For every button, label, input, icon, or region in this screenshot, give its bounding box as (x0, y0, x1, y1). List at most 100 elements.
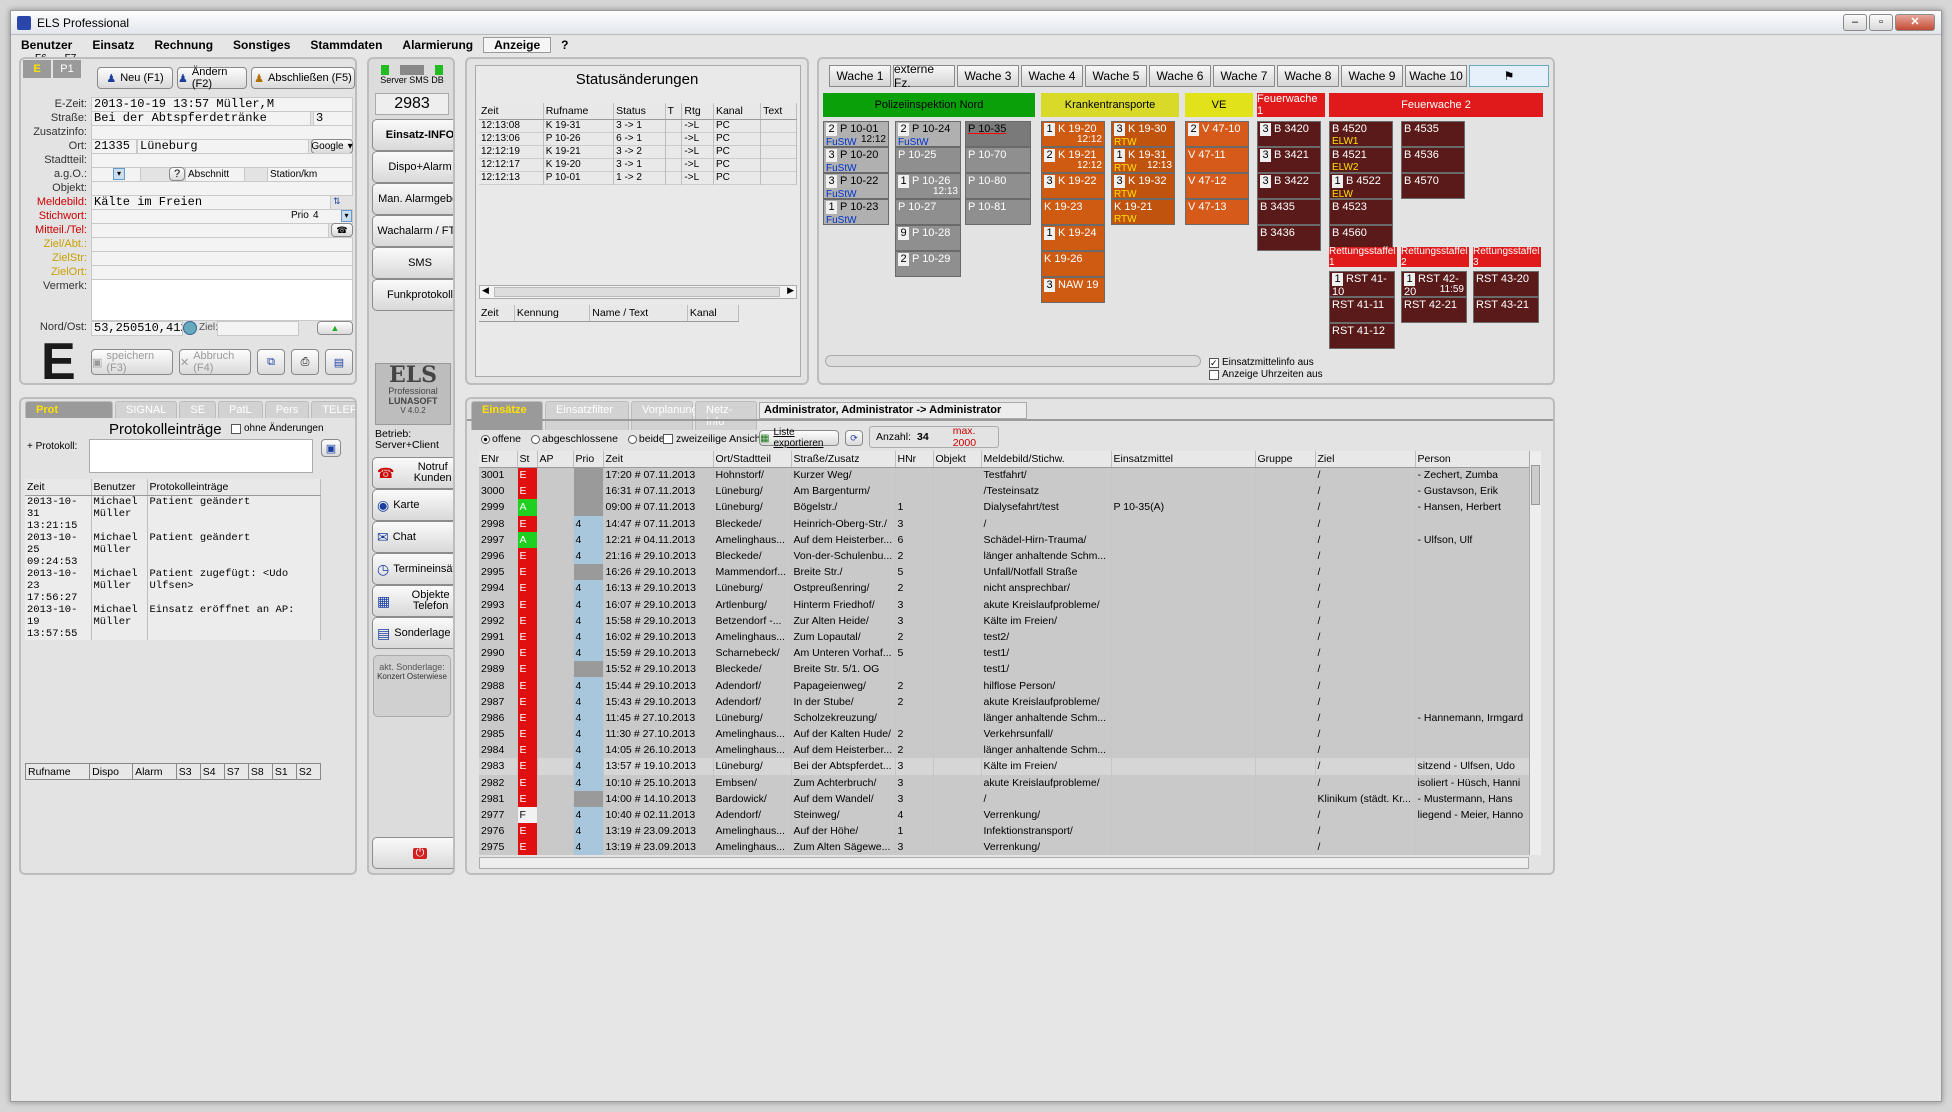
unit-tile[interactable]: RST 42-21 (1401, 297, 1467, 323)
meldebild-field[interactable]: Kälte im Freien (91, 195, 331, 210)
unit-tile[interactable]: 2P 10-29 (895, 251, 961, 277)
scroll-left-icon[interactable]: ◀ (482, 285, 489, 296)
mid-button2-0[interactable]: ☎ Notruf Kunden (372, 457, 453, 489)
tab-wache-10[interactable]: Wache 10 (1405, 65, 1467, 87)
unit-tile[interactable]: V 47-11 (1185, 147, 1249, 173)
tab-einsätze[interactable]: Einsätze (471, 401, 543, 430)
protokoll-input[interactable] (89, 439, 313, 473)
einsaetze-hscrollbar[interactable] (479, 857, 1529, 869)
table-row[interactable]: 2013-10-19 13:57:55 Michael Müller Einsatz… (25, 603, 321, 640)
table-row[interactable]: 2984 E 4 14:05 # 26.10.2013 Amelinghaus... Au… (479, 742, 1539, 759)
unit-tile[interactable]: 3P 10-20 FuStW (823, 147, 889, 173)
table-row[interactable]: 2994 E 4 16:13 # 29.10.2013 Lüneburg/Ostpreu… (479, 580, 1539, 597)
unit-tile[interactable]: 2V 47-10 (1185, 121, 1249, 147)
unit-tile[interactable]: 3B 3421 (1257, 147, 1321, 173)
table-row[interactable]: 2983 E 4 13:57 # 19.10.2013 Lüneburg/Bei der… (479, 758, 1539, 775)
unit-tile[interactable]: B 4521 ELW2 (1329, 147, 1393, 173)
table-row[interactable]: 12:12:17 K 19-20 3 -> 1 ->L PC (479, 158, 797, 171)
unit-tile[interactable]: K 19-21 RTW (1111, 199, 1175, 225)
tab-prot[interactable]: Prot (25, 401, 113, 418)
unit-tile[interactable]: P 10-70 (965, 147, 1031, 173)
calc-button[interactable]: ▤ (325, 349, 353, 375)
einsatz-col-header[interactable]: Gruppe (1255, 451, 1316, 468)
mid-button2-2[interactable]: ✉ Chat (372, 521, 453, 553)
einsatz-col-header[interactable]: Ort/Stadtteil (713, 451, 792, 468)
table-row[interactable]: 2998 E 4 14:47 # 07.11.2013 Bleckede/Heinric… (479, 515, 1539, 532)
ohne-aenderungen-checkbox[interactable]: ohne Änderungen (231, 423, 324, 434)
menu-anzeige[interactable]: Anzeige (483, 37, 552, 53)
print-button[interactable]: ⎙ (291, 349, 319, 375)
tab-se[interactable]: SE (179, 401, 217, 418)
tab-p1[interactable]: P1 (53, 60, 81, 78)
unit-tile[interactable]: RST 43-21 (1473, 297, 1539, 323)
unit-tile[interactable]: 3K 19-32 RTW (1111, 173, 1175, 199)
phone-button[interactable]: ☎ (331, 223, 353, 237)
hausnr-field[interactable]: 3 (313, 111, 353, 126)
check2-checkbox[interactable]: Anzeige Uhrzeiten aus (1209, 369, 1323, 380)
table-row[interactable]: 12:12:19 K 19-21 3 -> 2 ->L PC (479, 145, 797, 158)
unit-tile[interactable]: 1K 19-20 12:12 (1041, 121, 1105, 147)
ezeit-field[interactable]: 2013-10-19 13:57 Müller,M (91, 97, 353, 112)
zweizeilig-checkbox[interactable]: zweizeilige Ansicht (663, 433, 764, 445)
tab-e[interactable]: E (23, 60, 51, 78)
tab-pers[interactable]: Pers (264, 401, 310, 418)
einsatz-col-header[interactable]: Einsatzmittel (1111, 451, 1256, 468)
export-button[interactable]: ▦ Liste exportieren (759, 427, 839, 449)
wache-settings-tab[interactable]: ⚑ (1469, 65, 1549, 87)
go-button[interactable]: ▲ (317, 321, 353, 335)
unit-tile[interactable]: K 19-23 (1041, 199, 1105, 225)
stadtteil-field[interactable] (91, 153, 353, 168)
abschnitt-field[interactable]: Abschnitt (185, 167, 245, 182)
unit-tile[interactable]: 1B 4522 ELW (1329, 173, 1393, 199)
unit-tile[interactable]: RST 41-11 (1329, 297, 1395, 323)
unit-tile[interactable]: V 47-13 (1185, 199, 1249, 225)
table-row[interactable]: 2982 E 4 10:10 # 25.10.2013 Embsen/Zum Achte… (479, 774, 1539, 791)
tab-wache-6[interactable]: Wache 6 (1149, 65, 1211, 87)
tab-signal[interactable]: SIGNAL (115, 401, 178, 418)
unit-tile[interactable]: 2K 19-21 12:12 (1041, 147, 1105, 173)
unit-tile[interactable]: B 4523 (1329, 199, 1393, 225)
table-row[interactable]: 2985 E 4 11:30 # 27.10.2013 Amelinghaus... Au… (479, 726, 1539, 743)
table-row[interactable]: 2993 E 4 16:07 # 29.10.2013 Artlenburg/Hinte… (479, 596, 1539, 613)
table-row[interactable]: 2013-10-23 17:56:27 Michael Müller Patient… (25, 567, 321, 604)
help-button[interactable]: ? (169, 167, 185, 181)
tab-wache-8[interactable]: Wache 8 (1277, 65, 1339, 87)
prio-dropdown-icon[interactable]: ▾ (341, 210, 352, 222)
gps-icon[interactable] (183, 321, 197, 335)
tab-einsatzfilter[interactable]: Einsatzfilter (545, 401, 629, 430)
menu-benutzer[interactable]: Benutzer (11, 38, 82, 52)
unit-tile[interactable]: 1K 19-31 RTW 12:13 (1111, 147, 1175, 173)
table-row[interactable]: 2995 E 16:26 # 29.10.2013 Mammendorf... Brei… (479, 564, 1539, 581)
zielort-field[interactable] (91, 265, 353, 280)
unit-tile[interactable]: B 3435 (1257, 199, 1321, 225)
tab-wache-5[interactable]: Wache 5 (1085, 65, 1147, 87)
new-button[interactable]: ♟ Neu (F1) (97, 67, 173, 89)
tab-patl[interactable]: PatL (218, 401, 263, 418)
einsaetze-vscrollbar[interactable] (1529, 451, 1541, 855)
unit-tile[interactable]: 3K 19-22 (1041, 173, 1105, 199)
table-row[interactable]: 2975 E 4 13:19 # 23.09.2013 Amelinghaus... Zu… (479, 839, 1539, 855)
table-row[interactable]: 2990 E 4 15:59 # 29.10.2013 Scharnebeck/Am U… (479, 645, 1539, 662)
menu-stammdaten[interactable]: Stammdaten (300, 38, 392, 52)
mid-button2-4[interactable]: ▦ Objekte Telefon (372, 585, 453, 617)
exit-button[interactable]: ⏻ (372, 837, 453, 869)
table-row[interactable]: 2013-10-25 09:24:53 Michael Müller Patient… (25, 531, 321, 568)
table-row[interactable]: 12:13:08 K 19-31 3 -> 1 ->L PC (479, 119, 797, 132)
mid-button2-3[interactable]: ◷Termineinsätze (372, 553, 453, 585)
unit-tile[interactable]: 3B 3420 (1257, 121, 1321, 147)
status-hscrollbar[interactable]: ◀ ▶ (479, 285, 797, 299)
nordost-field[interactable]: 53,250510,4123 (91, 321, 183, 336)
einsatz-col-header[interactable]: Straße/Zusatz (791, 451, 896, 468)
save-button[interactable]: ▣ speichern (F3) (91, 349, 173, 375)
radio-abgeschlossene[interactable]: abgeschlossene (531, 433, 618, 445)
copy-button[interactable]: ⧉ (257, 349, 285, 375)
wachen-scrollbar[interactable] (825, 355, 1201, 367)
strasse-field[interactable]: Bei der Abtspferdetränke (91, 111, 311, 126)
edit-button[interactable]: ♟ Ändern (F2) (177, 66, 247, 90)
ziel-abt-field[interactable] (91, 237, 353, 252)
einsatz-col-header[interactable]: Zeit (603, 451, 714, 468)
table-row[interactable]: 2981 E 14:00 # 14.10.2013 Bardowick/Auf dem… (479, 790, 1539, 807)
einsatz-col-header[interactable]: St (517, 451, 538, 468)
tab-wache-4[interactable]: Wache 4 (1021, 65, 1083, 87)
menu-[interactable]: ? (551, 38, 578, 52)
